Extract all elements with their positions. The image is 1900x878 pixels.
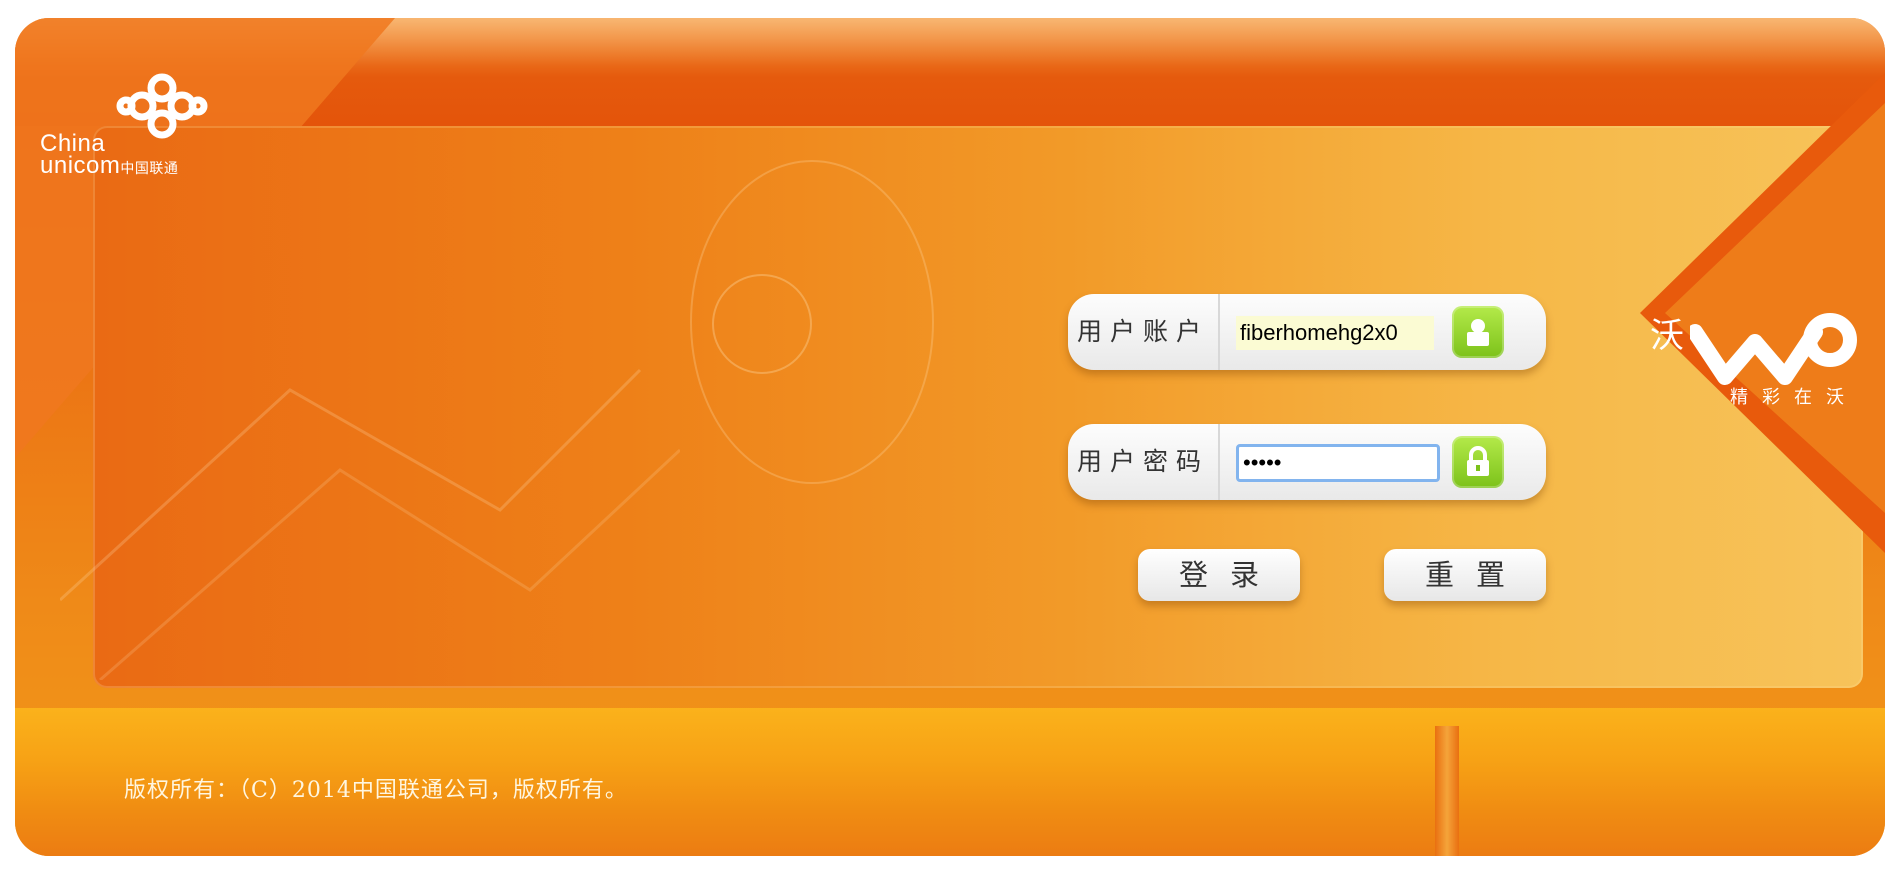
wo-logo-icon bbox=[1690, 313, 1857, 385]
footer-divider bbox=[1435, 726, 1459, 856]
user-lock-icon[interactable] bbox=[1452, 306, 1504, 358]
unicom-knot-icon bbox=[116, 73, 208, 139]
logo-text-unicom-en: unicom bbox=[40, 152, 121, 179]
username-input[interactable] bbox=[1236, 316, 1434, 350]
wo-slogan: 精彩在沃 bbox=[1730, 387, 1858, 408]
logo-text-unicom: unicom中国联通 bbox=[40, 152, 178, 180]
username-label: 用户账户 bbox=[1068, 294, 1220, 370]
china-unicom-logo: China unicom中国联通 bbox=[40, 72, 220, 182]
login-button[interactable]: 登录 bbox=[1138, 549, 1300, 601]
password-lock-icon[interactable] bbox=[1452, 436, 1504, 488]
password-label: 用户密码 bbox=[1068, 424, 1220, 500]
logo-text-unicom-cn: 中国联通 bbox=[120, 160, 179, 176]
decorative-chevron bbox=[60, 368, 680, 680]
wo-char: 沃 bbox=[1650, 316, 1684, 356]
decorative-ring-inner bbox=[712, 274, 812, 374]
reset-button[interactable]: 重置 bbox=[1384, 549, 1546, 601]
copyright-text: 版权所有：（C）2014中国联通公司，版权所有。 bbox=[124, 778, 628, 803]
password-field-group: 用户密码 bbox=[1068, 424, 1546, 500]
username-field-group: 用户账户 bbox=[1068, 294, 1546, 370]
password-input[interactable] bbox=[1236, 444, 1440, 482]
